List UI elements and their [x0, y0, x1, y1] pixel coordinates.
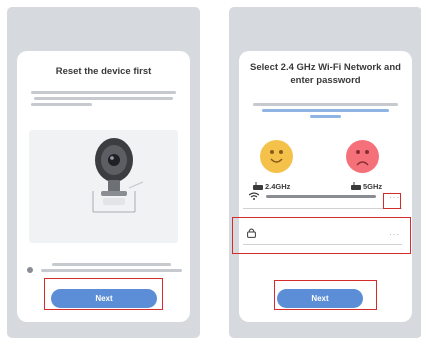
reset-device-screen: Reset the device first Next — [7, 7, 200, 338]
confirmation-text-placeholder — [41, 263, 182, 275]
band-5g-label: 5GHz — [351, 182, 382, 191]
wifi-note-text-placeholder — [253, 103, 398, 121]
status-bar — [7, 7, 200, 27]
status-bar — [229, 7, 421, 27]
wifi-icon — [249, 192, 259, 200]
wifi-setup-screen: Select 2.4 GHz Wi-Fi Network and enter p… — [229, 7, 421, 338]
camera-illustration — [92, 138, 144, 213]
password-field-highlight — [232, 217, 411, 254]
router-icon — [351, 182, 361, 190]
reset-indicator-confirmation[interactable] — [27, 263, 182, 279]
next-button-highlight — [274, 280, 377, 310]
more-button-highlight — [383, 193, 401, 209]
router-icon — [253, 182, 263, 190]
device-illustration-area — [29, 130, 178, 243]
wifi-network-field[interactable] — [266, 195, 376, 201]
page-title: Reset the device first — [55, 66, 152, 77]
checkbox[interactable] — [27, 267, 33, 273]
band-2g-label: 2.4GHz — [253, 182, 290, 191]
sad-face-icon — [346, 140, 379, 173]
next-button-highlight — [44, 278, 163, 310]
instruction-text-placeholder — [31, 91, 176, 109]
happy-face-icon — [260, 140, 293, 173]
divider — [243, 208, 402, 209]
page-title: Select 2.4 GHz Wi-Fi Network and enter p… — [250, 62, 401, 86]
